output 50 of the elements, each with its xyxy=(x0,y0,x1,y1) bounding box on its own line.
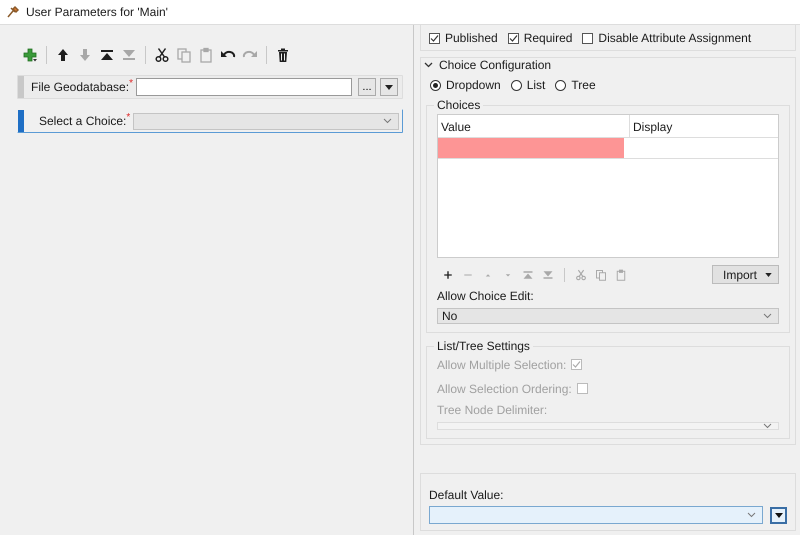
radio-label: List xyxy=(526,78,546,92)
checkbox[interactable] xyxy=(508,32,519,44)
drag-handle[interactable] xyxy=(18,76,24,98)
trash-icon[interactable] xyxy=(275,47,291,63)
parameter-label: Select a Choice: xyxy=(39,114,126,128)
scissors-icon[interactable] xyxy=(154,47,170,63)
caret-icon xyxy=(385,84,393,90)
column-header: Display xyxy=(632,119,674,136)
section-title: Choice Configuration xyxy=(439,58,552,72)
browse-button[interactable]: ... xyxy=(358,78,376,96)
app-icon xyxy=(6,5,20,19)
radio-button[interactable] xyxy=(510,80,522,90)
import-button[interactable]: Import xyxy=(712,265,779,284)
column-header: Value xyxy=(438,115,630,137)
chevron-down-icon[interactable] xyxy=(424,62,433,68)
checkbox[interactable] xyxy=(582,32,594,44)
field-label: Tree Node Delimiter: xyxy=(437,403,548,417)
parameter-row[interactable]: Select a Choice:* xyxy=(17,109,403,133)
table-cell[interactable] xyxy=(438,138,624,158)
option-label: Allow Multiple Selection: xyxy=(437,358,566,372)
checkbox-label: Required xyxy=(524,31,572,45)
radio-label: Tree xyxy=(571,78,596,92)
parameter-row[interactable]: File Geodatabase:* ... xyxy=(17,75,403,99)
group-title: Choices xyxy=(436,98,482,112)
caret-icon xyxy=(774,512,782,518)
required-marker: * xyxy=(126,112,130,123)
checkbox-label: Disable Attribute Assignment xyxy=(598,31,752,45)
radio-button[interactable] xyxy=(430,80,441,90)
group-title: List/Tree Settings xyxy=(436,339,531,353)
caret-icon xyxy=(765,272,772,276)
window-title: User Parameters for 'Main' xyxy=(26,5,168,19)
allow-edit-dropdown[interactable]: No xyxy=(437,308,779,324)
field-label: Allow Choice Edit: xyxy=(437,289,535,303)
checkbox-label: Published xyxy=(445,31,498,45)
arrow-up-icon[interactable] xyxy=(55,47,71,63)
drag-handle[interactable] xyxy=(18,110,24,132)
required-marker: * xyxy=(129,78,133,89)
dropdown-button[interactable] xyxy=(380,78,398,96)
parameter-label: File Geodatabase: xyxy=(31,80,130,94)
radio-button[interactable] xyxy=(555,80,566,90)
radio-label: Dropdown xyxy=(446,78,501,92)
default-value-dropdown[interactable] xyxy=(429,506,763,524)
file-path-field[interactable] xyxy=(136,78,352,96)
move-top-icon[interactable] xyxy=(99,47,115,63)
checkbox[interactable] xyxy=(429,32,440,44)
field-label: Default Value: xyxy=(429,488,504,502)
dropdown-button[interactable] xyxy=(770,506,787,524)
choice-dropdown[interactable] xyxy=(133,112,399,130)
plus-icon[interactable] xyxy=(442,268,454,280)
option-label: Allow Selection Ordering: xyxy=(437,382,572,396)
